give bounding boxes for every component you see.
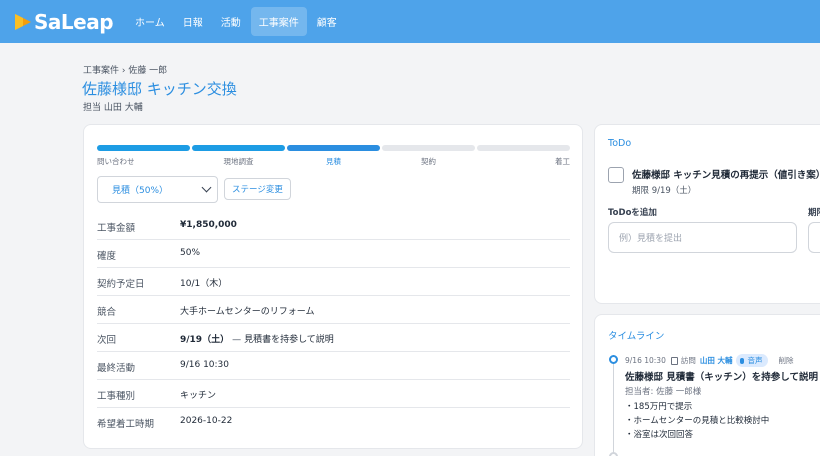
timeline-card: タイムライン 9/16 10:30 訪問 山田 大輔 音声 削除 佐藤様邸 見積…	[594, 314, 820, 456]
stage-construction-start: 着工	[477, 145, 570, 167]
timeline-heading: タイムライン	[608, 331, 665, 342]
stage-bar	[477, 145, 570, 151]
brand-name: SaLeap	[34, 9, 114, 34]
detail-label: 競合	[97, 307, 117, 318]
todo-item-due: 期限 9/19（土）	[632, 186, 697, 196]
detail-row-contract-date: 契約予定日 10/1（木）	[97, 268, 570, 296]
stage-progress: 問い合わせ 現地調査 見積 契約 着工	[97, 145, 570, 167]
todo-checkbox[interactable]	[608, 167, 624, 183]
detail-row-probability: 確度 50%	[97, 240, 570, 268]
stage-estimate: 見積	[287, 145, 380, 167]
todo-heading: ToDo	[608, 138, 632, 149]
timeline-datetime: 9/16 10:30	[625, 356, 666, 365]
separator: —	[232, 335, 242, 345]
detail-value: ¥1,850,000	[180, 220, 237, 230]
detail-value: 9/16 10:30	[180, 360, 230, 370]
page-title: 佐藤様邸 キッチン交換	[82, 80, 237, 98]
detail-value: 2026-10-22	[180, 416, 233, 426]
todo-add-input[interactable]: 例）見積を提出	[608, 222, 797, 253]
todo-due-input[interactable]	[808, 222, 820, 253]
detail-label: 確度	[97, 251, 117, 262]
timeline-entry-notes: ・185万円で提示 ・ホームセンターの見積と比較検討中 ・浴室は次回回答	[625, 400, 769, 442]
timeline-dot-icon	[609, 452, 618, 456]
brand-logo[interactable]: SaLeap	[14, 0, 114, 43]
stage-select-value: 見積（50%）	[112, 186, 169, 196]
detail-row-next-action: 次回 9/19（土） — 見積書を持参して説明	[97, 324, 570, 352]
detail-value: 9/19（土） — 見積書を持参して説明	[180, 332, 334, 345]
timeline-entry-title: 佐藤様邸 見積書（キッチン）を持参して説明	[625, 372, 819, 383]
amount-value: ¥1,850,000	[180, 220, 237, 230]
timeline-type: 訪問	[680, 356, 696, 365]
stage-bar	[192, 145, 285, 151]
detail-row-last-activity: 最終活動 9/16 10:30	[97, 352, 570, 380]
note-line: ・浴室は次回回答	[625, 430, 694, 440]
nav-item-projects[interactable]: 工事案件	[250, 7, 307, 36]
nav-item-home[interactable]: ホーム	[127, 7, 173, 36]
project-detail-card: 問い合わせ 現地調査 見積 契約 着工 見積（50%） ステージ変更 工事金額 …	[83, 124, 583, 449]
delete-link[interactable]: 削除	[778, 355, 793, 366]
timeline-entry-contact: 担当者: 佐藤 一郎様	[625, 387, 702, 397]
timeline-entry-meta: 9/16 10:30 訪問 山田 大輔 音声 削除	[625, 354, 793, 367]
chevron-down-icon	[201, 182, 212, 193]
todo-due-label: 期限	[808, 208, 820, 218]
detail-value: 10/1（木）	[180, 279, 228, 289]
change-stage-button[interactable]: ステージ変更	[224, 178, 291, 200]
todo-card: ToDo 佐藤様邸 キッチン見積の再提示（値引き案） 期限 9/19（土） To…	[594, 124, 820, 304]
detail-value: 50%	[180, 248, 201, 258]
play-triangle-logo-icon	[15, 13, 31, 30]
detail-row-work-type: 工事種別 キッチン	[97, 380, 570, 408]
stage-contract: 契約	[382, 145, 475, 167]
detail-label: 工事金額	[97, 223, 136, 234]
stage-bar	[382, 145, 475, 151]
stage-site-survey: 現地調査	[192, 145, 285, 167]
stage-select[interactable]: 見積（50%）	[97, 176, 218, 203]
nav-item-activity[interactable]: 活動	[213, 7, 249, 36]
stage-bar	[287, 145, 380, 151]
detail-row-amount: 工事金額 ¥1,850,000	[97, 212, 570, 240]
breadcrumb[interactable]: 工事案件 › 佐藤 一郎	[83, 63, 167, 76]
stage-label: 契約	[421, 157, 436, 166]
detail-label: 工事種別	[97, 391, 136, 402]
timeline-line	[613, 355, 614, 456]
voice-badge[interactable]: 音声	[736, 354, 769, 367]
detail-value: 大手ホームセンターのリフォーム	[180, 307, 315, 317]
detail-label: 希望着工時期	[97, 419, 155, 430]
document-icon	[670, 356, 678, 365]
todo-add-label: ToDoを追加	[608, 208, 657, 218]
detail-row-desired-start: 希望着工時期 2026-10-22	[97, 408, 570, 436]
stage-inquiry: 問い合わせ	[97, 145, 190, 167]
timeline-dot-icon	[609, 355, 618, 364]
detail-value: キッチン	[180, 391, 217, 401]
top-navigation-bar: SaLeap ホーム 日報 活動 工事案件 顧客	[0, 0, 820, 43]
detail-label: 契約予定日	[97, 279, 145, 290]
voice-badge-label: 音声	[747, 356, 763, 365]
detail-label: 次回	[97, 335, 117, 346]
todo-item-title[interactable]: 佐藤様邸 キッチン見積の再提示（値引き案）	[632, 167, 820, 181]
project-details: 工事金額 ¥1,850,000 確度 50% 契約予定日 10/1（木） 競合 …	[84, 212, 570, 436]
project-owner: 担当 山田 大輔	[83, 103, 143, 113]
detail-label: 最終活動	[97, 363, 136, 374]
stage-label: 着工	[555, 157, 570, 166]
next-action-date: 9/19（土）	[180, 335, 230, 345]
nav-item-daily-report[interactable]: 日報	[175, 7, 211, 36]
main-nav: ホーム 日報 活動 工事案件 顧客	[127, 0, 347, 43]
note-line: ・185万円で提示	[625, 402, 693, 412]
nav-item-customers[interactable]: 顧客	[309, 7, 345, 36]
next-action-text: 見積書を持参して説明	[244, 335, 334, 345]
microphone-icon	[740, 357, 745, 364]
stage-label: 見積	[326, 157, 341, 166]
stage-bar	[97, 145, 190, 151]
stage-label: 問い合わせ	[97, 157, 135, 166]
detail-row-competitor: 競合 大手ホームセンターのリフォーム	[97, 296, 570, 324]
note-line: ・ホームセンターの見積と比較検討中	[625, 416, 770, 426]
stage-label: 現地調査	[223, 157, 254, 166]
timeline-author[interactable]: 山田 大輔	[700, 355, 733, 366]
